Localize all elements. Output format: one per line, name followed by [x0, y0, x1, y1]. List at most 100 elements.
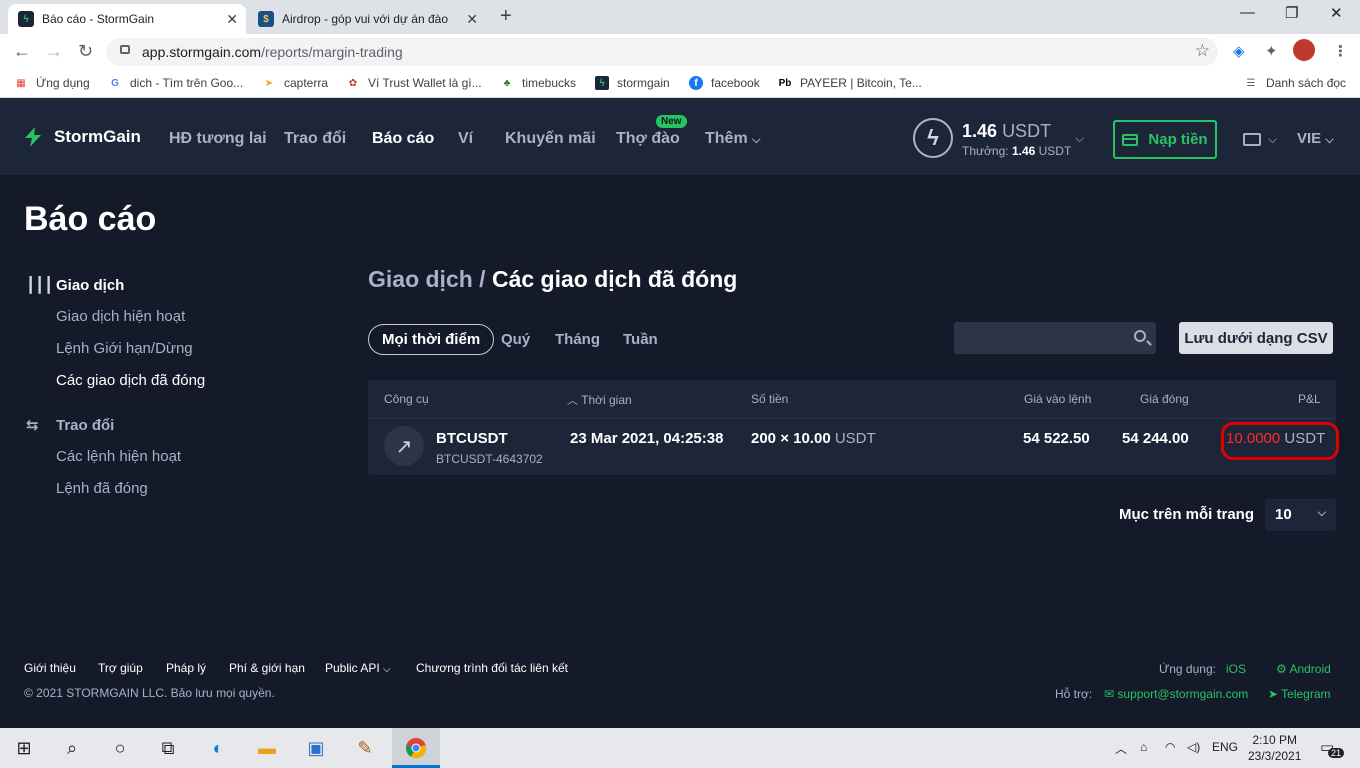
nav-reports[interactable]: Báo cáo [372, 130, 434, 148]
bookmark-star-icon[interactable]: ☆ [1195, 41, 1210, 61]
edge-icon[interactable]: ◐ [206, 736, 230, 760]
bookmark-capterra[interactable]: ➤ capterra [262, 76, 328, 90]
sidebar-item-closed-orders[interactable]: Lệnh đã đóng [56, 480, 148, 497]
balance-amount[interactable]: 1.46 USDT [962, 121, 1051, 142]
search-icon[interactable]: ⌕ [60, 736, 84, 760]
filter-quarter[interactable]: Quý [501, 324, 530, 355]
column-header-amount[interactable]: Số tiền [751, 392, 788, 406]
header-divider [368, 418, 1336, 419]
stormgain-icon: ϟ [595, 76, 609, 90]
android-link[interactable]: ⚙ Android [1276, 662, 1331, 676]
telegram-link[interactable]: ➤ Telegram [1268, 687, 1331, 701]
filter-week[interactable]: Tuần [623, 324, 658, 355]
ios-link[interactable]: iOS [1226, 662, 1246, 676]
per-page-select[interactable]: 10 ⌵ [1265, 499, 1336, 531]
mail-icon[interactable] [1243, 133, 1261, 146]
filter-all-time[interactable]: Mọi thời điểm [368, 324, 495, 355]
footer-affiliate[interactable]: Chương trình đối tác liên kết [416, 661, 568, 675]
swap-arrows-icon: ⇆ [26, 417, 39, 434]
menu-icon[interactable]: ⋮ [1333, 42, 1348, 60]
site-header: StormGain HĐ tương lai Trao đổi Báo cáo … [0, 98, 1360, 175]
close-icon[interactable]: ✕ [466, 11, 478, 28]
wifi-icon[interactable]: ◠ [1165, 740, 1175, 754]
language-selector[interactable]: VIE ⌵ [1297, 130, 1334, 147]
minimize-icon[interactable]: — [1240, 4, 1255, 21]
footer-public-api[interactable]: Public API ⌵ [325, 661, 391, 675]
chevron-down-icon[interactable]: ⌵ [1268, 132, 1277, 147]
bookmark-facebook[interactable]: f facebook [689, 76, 760, 90]
sidebar-item-closed-trades[interactable]: Các giao dịch đã đóng [56, 372, 205, 389]
forward-icon[interactable]: → [45, 41, 63, 62]
nav-promotions[interactable]: Khuyến mãi [505, 130, 596, 148]
footer-legal[interactable]: Pháp lý [166, 661, 206, 675]
restore-icon[interactable]: ❐ [1285, 4, 1298, 22]
bookmark-apps[interactable]: ▦ Ứng dụng [14, 76, 89, 90]
footer-about[interactable]: Giới thiệu [24, 661, 76, 675]
chevron-up-icon[interactable]: ︿ [1115, 740, 1127, 757]
nav-more[interactable]: Thêm ⌵ [705, 130, 760, 148]
extension-icon[interactable]: ◈ [1233, 42, 1245, 60]
profile-avatar[interactable] [1293, 39, 1315, 61]
bookmark-google[interactable]: Gdich - Tìm trên Goo... [108, 76, 243, 90]
store-icon[interactable]: ▣ [304, 736, 328, 760]
column-header-pnl[interactable]: P&L [1298, 392, 1321, 406]
breadcrumb-parent[interactable]: Giao dịch / [368, 266, 486, 292]
url-field[interactable]: app.stormgain.com/reports/margin-trading… [106, 38, 1218, 66]
reload-icon[interactable]: ↻ [78, 41, 93, 62]
bookmark-timebucks[interactable]: ♣ timebucks [500, 76, 576, 90]
entry-price: 54 522.50 [1023, 430, 1090, 447]
sidebar-item-active-trades[interactable]: Giao dịch hiện hoạt [56, 308, 185, 325]
apps-label: Ứng dụng: [1159, 662, 1216, 676]
window-close-icon[interactable]: ✕ [1330, 4, 1343, 22]
close-icon[interactable]: ✕ [226, 11, 238, 28]
cortana-icon[interactable]: ○ [108, 736, 132, 760]
bookmark-stormgain[interactable]: ϟ stormgain [595, 76, 670, 90]
nav-wallet[interactable]: Ví [458, 130, 473, 148]
column-header-instrument[interactable]: Công cụ [384, 392, 429, 406]
volume-icon[interactable]: ◁) [1187, 740, 1200, 754]
balance-icon: ϟ [913, 118, 953, 158]
back-icon[interactable]: ← [13, 41, 31, 62]
trade-time: 23 Mar 2021, 04:25:38 [570, 430, 724, 447]
chevron-down-icon[interactable]: ⌵ [1075, 131, 1084, 146]
sidebar-item-limit-stop[interactable]: Lệnh Giới hạn/Dừng [56, 340, 193, 357]
sidebar-item-active-orders[interactable]: Các lệnh hiện hoạt [56, 448, 181, 465]
column-header-time[interactable]: ︿ Thời gian [567, 392, 632, 408]
task-view-icon[interactable]: ⧉ [156, 736, 180, 760]
column-header-entry-price[interactable]: Giá vào lệnh [1024, 392, 1091, 406]
file-explorer-icon[interactable]: ▬ [255, 736, 279, 760]
nav-exchange[interactable]: Trao đổi [284, 130, 346, 148]
filter-month[interactable]: Tháng [555, 324, 600, 355]
network-icon[interactable]: ⌂ [1140, 740, 1147, 754]
close-price: 54 244.00 [1122, 430, 1189, 447]
trade-id: BTCUSDT-4643702 [436, 452, 543, 466]
chart-bars-icon: ┃┃┃ [26, 277, 54, 294]
chrome-icon[interactable] [404, 736, 428, 760]
nav-miner[interactable]: Thợ đào [616, 130, 680, 148]
search-input[interactable] [954, 322, 1156, 354]
reading-list-icon: ☰ [1246, 77, 1256, 89]
column-header-close-price[interactable]: Giá đóng [1140, 392, 1189, 406]
deposit-button[interactable]: Nạp tiền [1113, 120, 1217, 159]
support-label: Hỗ trợ: [1055, 687, 1093, 701]
footer-fees[interactable]: Phí & giới hạn [229, 661, 305, 675]
save-csv-button[interactable]: Lưu dưới dạng CSV [1179, 322, 1333, 354]
puzzle-icon[interactable]: ✦ [1265, 42, 1278, 60]
support-email-link[interactable]: ✉ support@stormgain.com [1104, 687, 1248, 701]
footer-help[interactable]: Trợ giúp [98, 661, 143, 675]
facebook-icon: f [689, 76, 703, 90]
bookmark-trust-wallet[interactable]: ✿ Ví Trust Wallet là gì... [346, 76, 482, 90]
stormgain-logo[interactable]: StormGain [22, 126, 141, 148]
clock[interactable]: 2:10 PM 23/3/2021 [1248, 732, 1301, 764]
bookmark-payeer[interactable]: Pb PAYEER | Bitcoin, Te... [778, 76, 922, 90]
tab-airdrop[interactable]: $ Airdrop - góp vui với dự án đào ✕ [248, 4, 486, 34]
language-indicator[interactable]: ENG [1212, 740, 1238, 754]
per-page-label: Mục trên mỗi trang [1119, 506, 1255, 523]
nav-futures[interactable]: HĐ tương lai [169, 130, 267, 148]
windows-start-icon[interactable]: ⊞ [12, 736, 36, 760]
paint-icon[interactable]: ✎ [353, 736, 377, 760]
reading-list[interactable]: ☰ Danh sách đọc [1244, 76, 1347, 90]
tab-stormgain[interactable]: ϟ Báo cáo - StormGain ✕ [8, 4, 246, 34]
new-tab-button[interactable]: + [500, 5, 512, 28]
breadcrumb: Giao dịch / Các giao dịch đã đóng [368, 266, 737, 293]
